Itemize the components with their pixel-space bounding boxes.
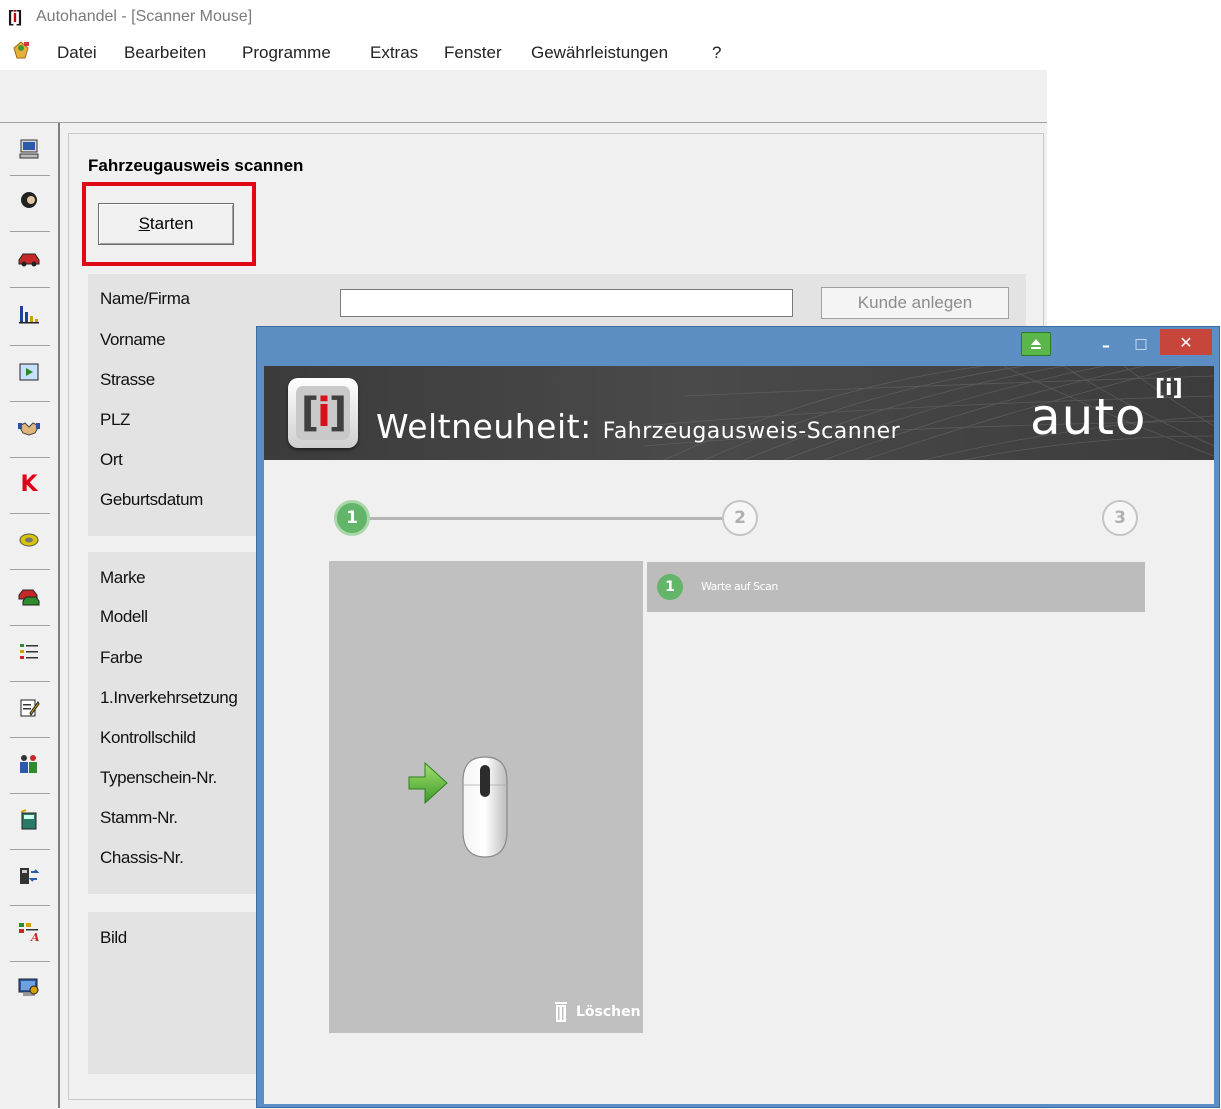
logo-letter-i: i [317,390,331,436]
kunde-anlegen-button[interactable]: Kunde anlegen [821,287,1009,319]
menu-gewaehrleistungen[interactable]: Gewährleistungen [531,43,668,63]
label-modell: Modell [100,607,148,626]
exchange-icon[interactable] [14,861,44,891]
person-icon[interactable] [14,187,44,217]
handshake-icon[interactable] [14,413,44,443]
report-icon[interactable]: A [14,917,44,947]
popup-caption-bar[interactable] [256,326,1220,366]
calculator-icon[interactable] [14,805,44,835]
sidebar: K A [0,123,60,1108]
label-geburtsdatum: Geburtsdatum [100,490,203,509]
banner-subtitle: Fahrzeugausweis-Scanner [602,419,901,444]
start-button[interactable]: Starten [98,203,234,245]
label-marke: Marke [100,568,146,587]
start-button-label-rest: tarten [149,214,194,233]
window-title: Autohandel - [Scanner Mouse] [36,8,253,25]
step-3-indicator: 3 [1102,500,1138,536]
label-farbe: Farbe [100,648,143,667]
label-strasse: Strasse [100,370,155,389]
monitor-icon[interactable] [14,973,44,1003]
car-icon[interactable] [14,243,44,273]
bar-chart-icon[interactable] [14,299,44,329]
autoi-logo-icon: [i] [296,386,350,440]
film-icon[interactable] [14,357,44,387]
menu-extras[interactable]: Extras [370,43,418,63]
status-text: Warte auf Scan [701,580,778,593]
scan-preview-panel [329,561,643,1033]
label-bild: Bild [100,928,127,947]
computer-icon[interactable] [14,134,44,164]
step-1-indicator: 1 [334,500,370,536]
coin-icon[interactable] [14,525,44,555]
menu-fenster[interactable]: Fenster [444,43,502,63]
label-plz: PLZ [100,410,130,429]
close-button[interactable]: ✕ [1160,329,1212,355]
menu-datei[interactable]: Datei [57,43,97,63]
menu-programme[interactable]: Programme [242,43,331,63]
label-kontrollschild: Kontrollschild [100,728,196,747]
toolbar-area [0,70,1047,122]
notepad-icon[interactable] [14,693,44,723]
step-progress-line [368,517,724,520]
name-firma-input[interactable] [340,289,793,317]
label-ort: Ort [100,450,123,469]
brand-superscript: [i] [1155,376,1183,401]
status-step-badge: 1 [657,574,683,600]
banner-title-main: Weltneuheit: [376,407,592,446]
label-inverkehrsetzung: 1.Inverkehrsetzung [100,688,238,707]
app-menu-icon[interactable] [10,40,32,60]
trash-icon [555,1002,567,1022]
menu-help[interactable]: ? [712,43,721,63]
app-logo-icon: [i] [8,7,22,26]
label-name-firma: Name/Firma [100,289,190,308]
brand-wordmark: auto [1030,388,1147,446]
step-2-indicator: 2 [722,500,758,536]
delete-button[interactable]: Löschen [554,1001,641,1023]
svg-text:A: A [30,931,40,943]
label-typenschein: Typenschein-Nr. [100,768,217,787]
logo-bracket-left: [ [300,390,319,436]
label-vorname: Vorname [100,330,166,349]
section-title: Fahrzeugausweis scannen [88,156,304,175]
maximize-button[interactable]: □ [1131,336,1151,356]
menu-bearbeiten[interactable]: Bearbeiten [124,43,206,63]
label-stamm-nr: Stamm-Nr. [100,808,178,827]
start-button-mnemonic: S [138,214,150,233]
minimize-button[interactable]: – [1096,336,1116,356]
cars-icon[interactable] [14,581,44,611]
list-icon[interactable] [14,637,44,667]
delete-label: Löschen [576,1004,641,1020]
label-chassis-nr: Chassis-Nr. [100,848,184,867]
k-letter-icon[interactable]: K [14,469,44,499]
people-icon[interactable] [14,749,44,779]
eject-icon[interactable] [1021,332,1051,356]
scanner-mouse-icon [408,756,508,858]
logo-bracket-right: ] [328,390,347,436]
banner-title: Weltneuheit: Fahrzeugausweis-Scanner [376,407,900,446]
